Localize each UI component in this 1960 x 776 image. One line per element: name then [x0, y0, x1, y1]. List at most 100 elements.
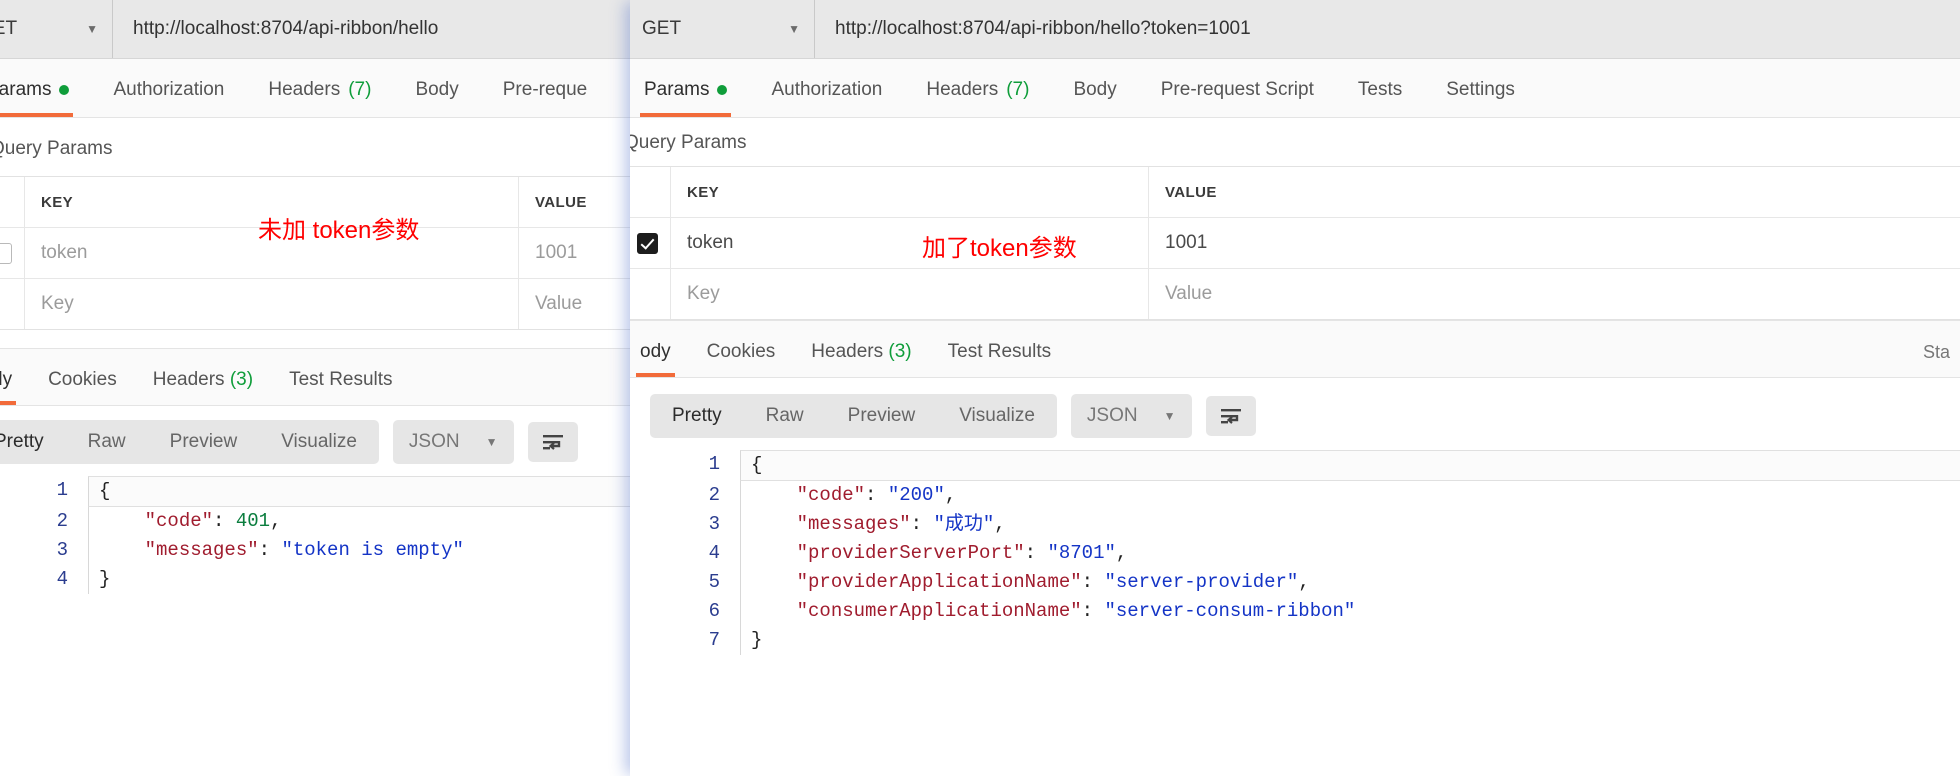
- code-line: 1 {: [24, 476, 700, 507]
- right-param-row-empty[interactable]: Key Value: [630, 269, 1960, 319]
- code-line: 5 "providerApplicationName": "server-pro…: [676, 568, 1960, 597]
- left-tab-headers[interactable]: Headers (7): [246, 79, 393, 117]
- left-empty-checkbox-cell[interactable]: [0, 279, 25, 329]
- left-format-segmented-control: Pretty Raw Preview Visualize: [0, 420, 379, 464]
- word-wrap-icon: [1220, 409, 1241, 424]
- right-tab-prerequest-script[interactable]: Pre-request Script: [1139, 79, 1336, 117]
- right-tab-authorization[interactable]: Authorization: [749, 79, 904, 117]
- left-url-bar: GET ▼ http://localhost:8704/api-ribbon/h…: [0, 0, 700, 59]
- right-tab-body[interactable]: Body: [1051, 79, 1138, 117]
- left-tab-params[interactable]: Params: [0, 79, 91, 117]
- right-format-pretty[interactable]: Pretty: [650, 394, 744, 438]
- left-request-tab-bar: Params Authorization Headers (7) Body Pr…: [0, 59, 700, 118]
- code-line: 4 "providerServerPort": "8701",: [676, 539, 1960, 568]
- right-line-number-3: 3: [708, 513, 720, 535]
- left-param-key-placeholder[interactable]: Key: [25, 279, 519, 329]
- left-tab-params-label: Params: [0, 79, 52, 100]
- right-code-text-1: {: [740, 450, 1960, 481]
- left-language-dropdown[interactable]: JSON ▼: [392, 420, 514, 464]
- right-resp-tab-body[interactable]: ody: [630, 341, 689, 377]
- right-param-value-token[interactable]: 1001: [1149, 218, 1960, 268]
- left-resp-tab-headers[interactable]: Headers (3): [135, 369, 271, 405]
- right-column-header-value: VALUE: [1165, 183, 1217, 201]
- code-line: 4 }: [24, 565, 700, 594]
- left-line-number-4: 4: [56, 568, 68, 590]
- right-language-dropdown[interactable]: JSON ▼: [1070, 394, 1192, 438]
- right-tab-headers-label: Headers: [926, 79, 999, 100]
- right-url-input[interactable]: http://localhost:8704/api-ribbon/hello?t…: [815, 0, 1960, 58]
- left-resp-tab-cookies[interactable]: Cookies: [30, 369, 135, 405]
- right-query-params-table: KEY VALUE token 1001 Key Value: [630, 166, 1960, 320]
- left-row-checkbox-token[interactable]: [0, 242, 12, 264]
- right-format-preview[interactable]: Preview: [826, 394, 938, 438]
- params-active-dot-icon: [717, 85, 728, 95]
- left-wrap-lines-button[interactable]: [527, 422, 578, 462]
- left-resp-tab-test-results-label: Test Results: [289, 369, 393, 390]
- right-param-key-token[interactable]: token: [671, 218, 1149, 268]
- right-row-checkbox-token[interactable]: [636, 232, 658, 254]
- left-tab-body-label: Body: [415, 79, 459, 100]
- right-param-key-placeholder[interactable]: Key: [671, 269, 1149, 319]
- left-url-input[interactable]: http://localhost:8704/api-ribbon/hello: [113, 0, 700, 58]
- right-resp-tab-headers[interactable]: Headers (3): [793, 341, 929, 377]
- right-response-code-viewer: 1 { 2 "code": "200", 3 "messages": "成功",…: [676, 450, 1960, 655]
- left-param-row-empty[interactable]: Key Value: [0, 279, 700, 329]
- right-resp-tab-test-results-label: Test Results: [947, 341, 1052, 362]
- left-language-value: JSON: [408, 431, 460, 452]
- right-tab-settings[interactable]: Settings: [1424, 79, 1537, 117]
- left-format-pretty[interactable]: Pretty: [0, 420, 66, 464]
- right-column-header-key: KEY: [671, 167, 1149, 217]
- right-line-number-5: 5: [708, 571, 720, 593]
- left-row-checkbox-cell[interactable]: [0, 228, 25, 278]
- left-tab-headers-label: Headers: [268, 79, 341, 100]
- right-line-number-4: 4: [708, 542, 720, 564]
- left-format-raw[interactable]: Raw: [66, 420, 148, 464]
- right-wrap-lines-button[interactable]: [1205, 396, 1256, 436]
- code-line: 2 "code": "200",: [676, 481, 1960, 510]
- left-method-label: GET: [0, 18, 18, 39]
- right-response-status-text: Sta: [1922, 342, 1950, 362]
- right-code-text-2: "code": "200",: [740, 481, 1960, 510]
- right-header-checkbox-cell: [630, 167, 671, 217]
- left-resp-tab-body[interactable]: dy: [0, 369, 30, 405]
- right-resp-tab-headers-count: (3): [888, 341, 912, 362]
- right-params-header-row: KEY VALUE: [630, 167, 1960, 218]
- right-method-dropdown[interactable]: GET ▼: [630, 0, 815, 58]
- right-language-value: JSON: [1086, 405, 1138, 426]
- left-format-visualize[interactable]: Visualize: [259, 420, 379, 464]
- left-postman-screenshot: GET ▼ http://localhost:8704/api-ribbon/h…: [0, 0, 700, 776]
- right-tab-params[interactable]: Params: [630, 79, 749, 117]
- left-tab-body[interactable]: Body: [393, 79, 480, 117]
- right-tab-headers[interactable]: Headers (7): [904, 79, 1051, 117]
- right-format-raw[interactable]: Raw: [744, 394, 826, 438]
- right-empty-checkbox-cell[interactable]: [630, 269, 671, 319]
- right-format-visualize[interactable]: Visualize: [937, 394, 1057, 438]
- right-resp-tab-body-label: ody: [640, 341, 671, 362]
- chevron-down-icon: ▼: [485, 435, 498, 449]
- right-line-number-7: 7: [708, 629, 720, 651]
- left-resp-tab-test-results[interactable]: Test Results: [271, 369, 410, 405]
- chevron-down-icon: ▼: [86, 22, 98, 36]
- right-code-text-6: "consumerApplicationName": "server-consu…: [740, 597, 1960, 626]
- right-resp-tab-test-results[interactable]: Test Results: [930, 341, 1069, 377]
- right-code-text-3: "messages": "成功",: [740, 510, 1960, 539]
- left-code-text-4: }: [88, 565, 700, 594]
- right-annotation-text: 加了token参数: [922, 235, 1077, 262]
- left-query-params-title: Query Params: [0, 138, 113, 159]
- right-resp-tab-headers-label: Headers: [811, 341, 884, 362]
- right-tab-params-label: Params: [644, 79, 710, 100]
- right-row-checkbox-cell[interactable]: [630, 218, 671, 268]
- left-format-preview[interactable]: Preview: [148, 420, 260, 464]
- right-tab-tests[interactable]: Tests: [1336, 79, 1424, 117]
- right-param-value-placeholder[interactable]: Value: [1149, 269, 1960, 319]
- left-tab-prerequest[interactable]: Pre-reque: [481, 79, 610, 117]
- left-query-params-table: KEY VALUE token 1001 Key Value: [0, 176, 700, 330]
- left-tab-headers-count: (7): [348, 79, 372, 100]
- right-param-row-token[interactable]: token 1001: [630, 218, 1960, 269]
- right-resp-tab-cookies[interactable]: Cookies: [689, 341, 794, 377]
- left-code-text-3: "messages": "token is empty": [88, 536, 700, 565]
- right-response-tab-bar: ody Cookies Headers (3) Test Results Sta: [630, 320, 1960, 378]
- left-method-dropdown[interactable]: GET ▼: [0, 0, 113, 58]
- left-tab-authorization[interactable]: Authorization: [91, 79, 246, 117]
- chevron-down-icon: ▼: [1163, 409, 1176, 423]
